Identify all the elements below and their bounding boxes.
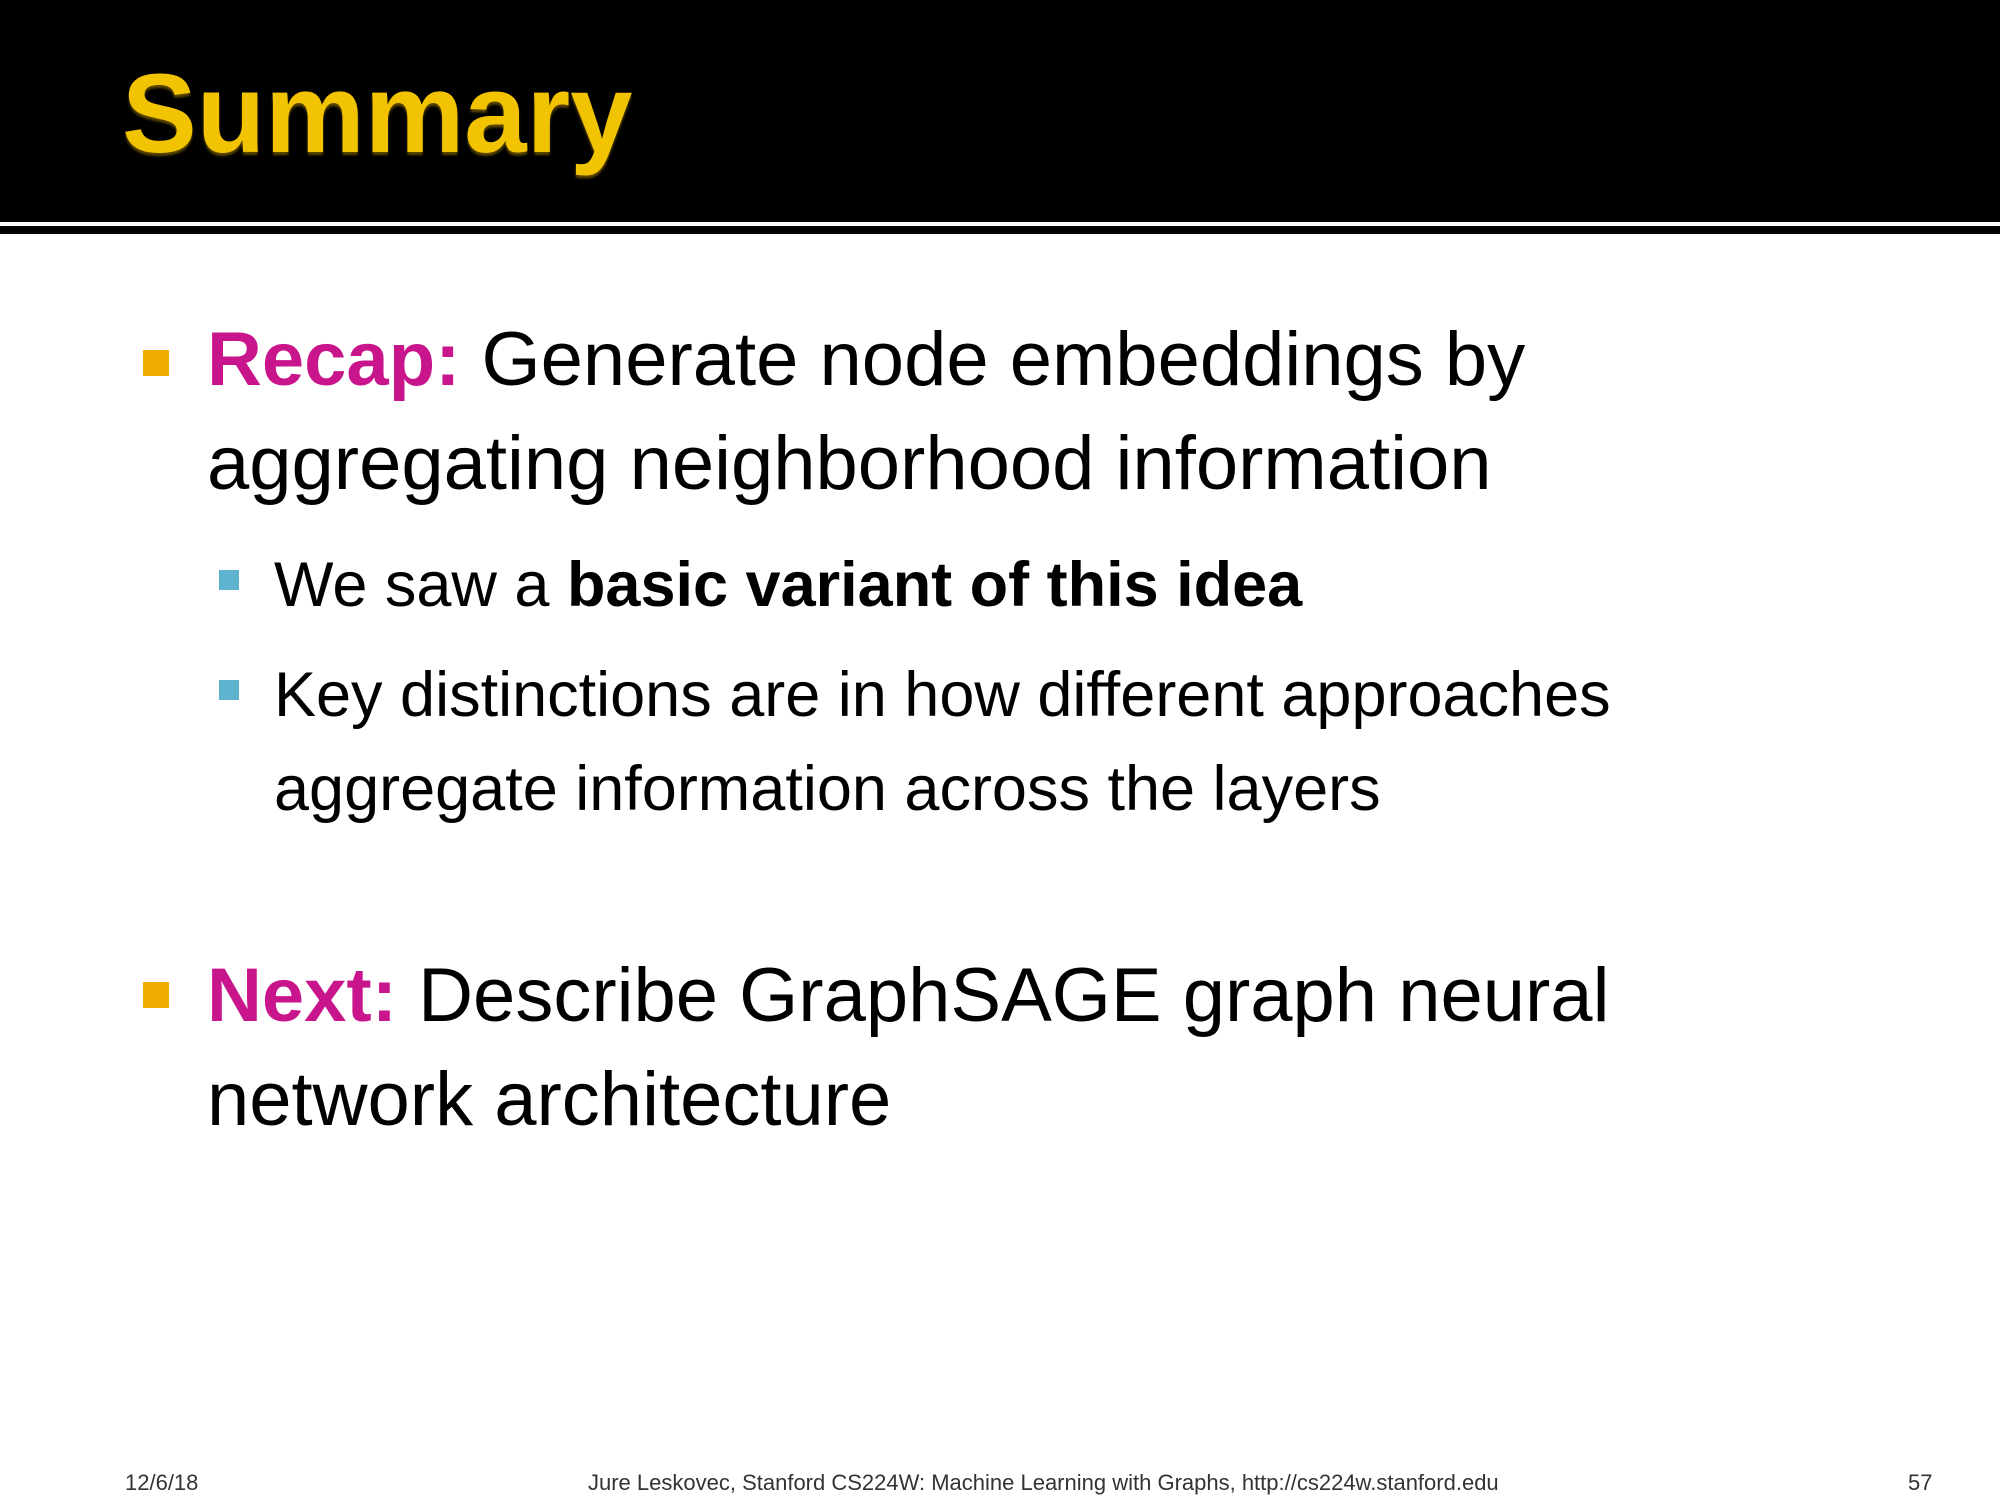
square-bullet-icon: [219, 680, 239, 700]
sub2-text-line1: Key distinctions are in how different ap…: [274, 660, 1611, 730]
recap-text-line1: Generate node embeddings by: [481, 317, 1526, 402]
sub2-text-line2: aggregate information across the layers: [274, 754, 1381, 824]
recap-keyword: Recap:: [207, 317, 461, 402]
sub1-prefix: We saw a: [274, 550, 567, 620]
sub1-bold-text: basic variant of this idea: [566, 550, 1303, 620]
square-bullet-icon: [143, 982, 169, 1008]
next-text-line2: network architecture: [207, 1057, 892, 1142]
footer-date: 12/6/18: [125, 1470, 199, 1495]
square-bullet-icon: [219, 570, 239, 590]
slide-title: Summary: [122, 51, 633, 176]
title-bar: Summary: [0, 0, 2000, 222]
footer-page-number: 57: [1908, 1470, 1933, 1495]
title-divider: [0, 222, 2000, 234]
footer-credit: Jure Leskovec, Stanford CS224W: Machine …: [588, 1470, 1499, 1495]
next-keyword: Next:: [207, 953, 398, 1038]
recap-text-line2: aggregating neighborhood information: [207, 421, 1492, 506]
square-bullet-icon: [143, 350, 169, 376]
next-text-line1: Describe GraphSAGE graph neural: [418, 953, 1610, 1038]
